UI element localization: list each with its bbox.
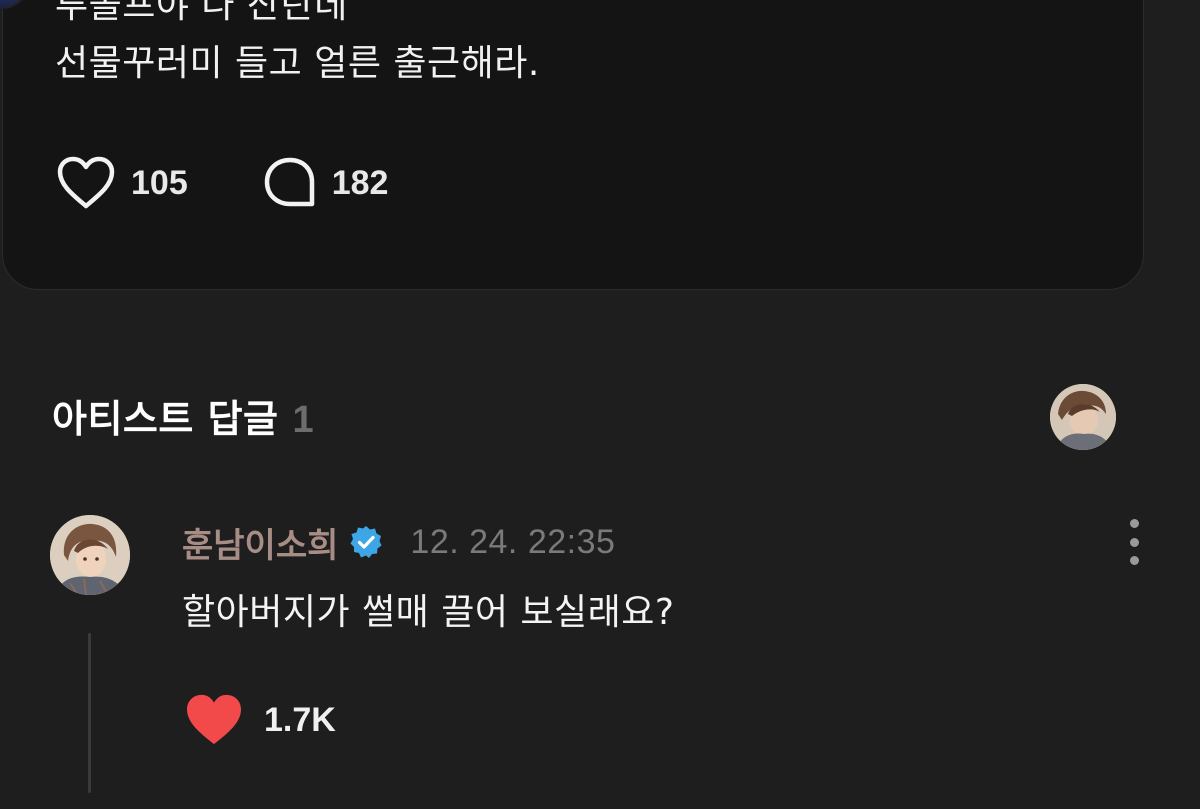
thread-line <box>88 633 91 793</box>
post-card: 루돌프야 나 산탄데 선물꾸러미 들고 얼른 출근해라. 105 182 <box>0 0 1144 290</box>
speech-bubble-icon <box>264 157 314 207</box>
like-count: 105 <box>131 163 188 202</box>
like-button[interactable]: 105 <box>55 155 188 211</box>
more-dot <box>1129 537 1139 547</box>
artist-replies-header: 아티스트 답글 1 <box>52 388 314 448</box>
verified-badge-icon <box>350 526 382 558</box>
more-vertical-icon[interactable] <box>1120 519 1148 565</box>
artist-reply: 훈남이소희 12. 24. 22:35 할아버지가 썰매 끌어 보실래요? 1.… <box>50 515 1150 793</box>
artist-portrait-icon <box>1050 384 1116 450</box>
reply-like-count: 1.7K <box>264 700 336 739</box>
more-dot <box>1129 519 1139 528</box>
reply-author-portrait-icon <box>50 515 130 595</box>
artist-avatar[interactable] <box>1050 384 1116 450</box>
comment-count: 182 <box>331 163 389 202</box>
post-actions: 105 182 <box>55 153 388 213</box>
comment-button[interactable]: 182 <box>262 155 389 211</box>
post-line-2: 선물꾸러미 들고 얼른 출근해라. <box>55 43 540 84</box>
reply-meta: 훈남이소희 12. 24. 22:35 <box>182 517 615 567</box>
post-line-1: 루돌프야 나 산탄데 <box>55 0 348 26</box>
post-body: 루돌프야 나 산탄데 선물꾸러미 들고 얼른 출근해라. <box>55 0 540 93</box>
heart-filled-icon <box>187 694 241 745</box>
artist-replies-count: 1 <box>292 399 314 441</box>
reply-body: 할아버지가 썰매 끌어 보실래요? <box>182 592 675 633</box>
reply-like-button[interactable]: 1.7K <box>184 693 336 747</box>
artist-replies-title: 아티스트 답글 <box>52 397 279 441</box>
more-dot <box>1129 556 1139 565</box>
reply-timestamp: 12. 24. 22:35 <box>410 522 616 561</box>
reply-author-avatar[interactable] <box>50 515 130 595</box>
post-author-avatar[interactable] <box>0 0 31 9</box>
reply-author-name[interactable]: 훈남이소희 <box>182 518 338 567</box>
heart-outline-icon <box>57 156 115 209</box>
